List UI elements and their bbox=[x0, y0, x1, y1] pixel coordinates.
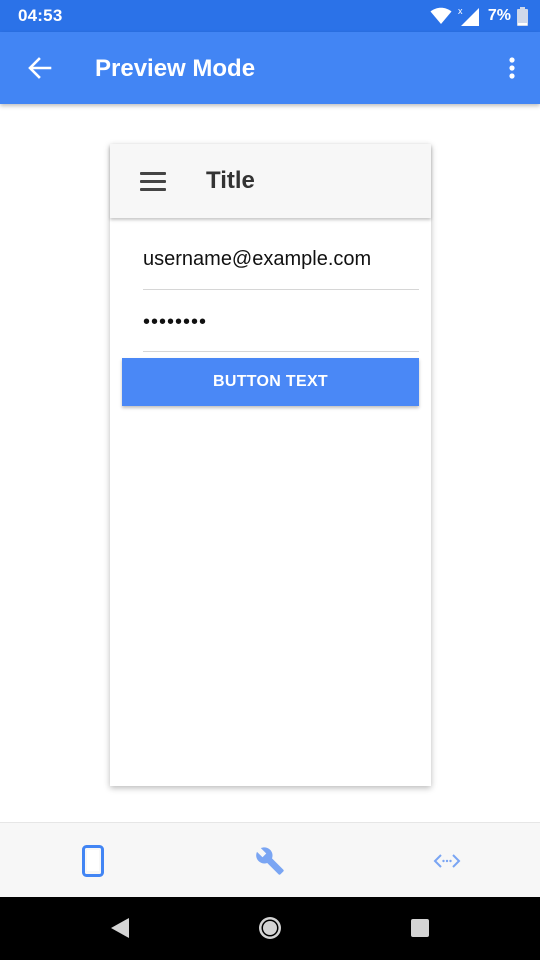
arrow-back-icon bbox=[28, 57, 52, 79]
signal-icon: x bbox=[458, 6, 479, 26]
app-bar-title: Preview Mode bbox=[95, 55, 256, 82]
system-nav-bar bbox=[0, 897, 540, 960]
status-bar: 04:53 x 7% bbox=[0, 0, 540, 32]
bottom-nav bbox=[0, 822, 540, 897]
preview-device-frame: Title BUTTON TEXT bbox=[110, 144, 431, 786]
recents-square-icon bbox=[411, 919, 429, 937]
battery-icon bbox=[517, 6, 528, 26]
phone-device-icon bbox=[82, 845, 104, 877]
nav-code-tab[interactable] bbox=[427, 841, 467, 881]
wifi-icon bbox=[430, 7, 452, 24]
code-brackets-icon bbox=[433, 854, 461, 868]
nav-tools-tab[interactable] bbox=[250, 841, 290, 881]
username-field[interactable] bbox=[143, 236, 419, 290]
status-time: 04:53 bbox=[18, 6, 63, 25]
preview-toolbar: Title bbox=[110, 144, 431, 218]
password-field[interactable] bbox=[143, 294, 419, 352]
home-circle-icon bbox=[259, 917, 281, 939]
wrench-icon bbox=[256, 847, 284, 875]
app-bar: Preview Mode bbox=[0, 32, 540, 104]
back-triangle-icon bbox=[111, 918, 129, 938]
hamburger-menu-icon[interactable] bbox=[140, 172, 166, 192]
svg-text:x: x bbox=[458, 6, 463, 16]
preview-toolbar-title: Title bbox=[206, 167, 255, 194]
overflow-menu-button[interactable] bbox=[500, 52, 524, 84]
status-icons: x 7% bbox=[430, 5, 528, 27]
back-button[interactable] bbox=[24, 54, 56, 82]
button-text-button[interactable]: BUTTON TEXT bbox=[122, 358, 419, 406]
battery-percent: 7% bbox=[487, 7, 511, 24]
nav-preview-tab[interactable] bbox=[73, 841, 113, 881]
system-home-button[interactable] bbox=[255, 913, 285, 943]
system-recents-button[interactable] bbox=[405, 913, 435, 943]
more-vert-icon bbox=[509, 57, 515, 79]
system-back-button[interactable] bbox=[105, 913, 135, 943]
